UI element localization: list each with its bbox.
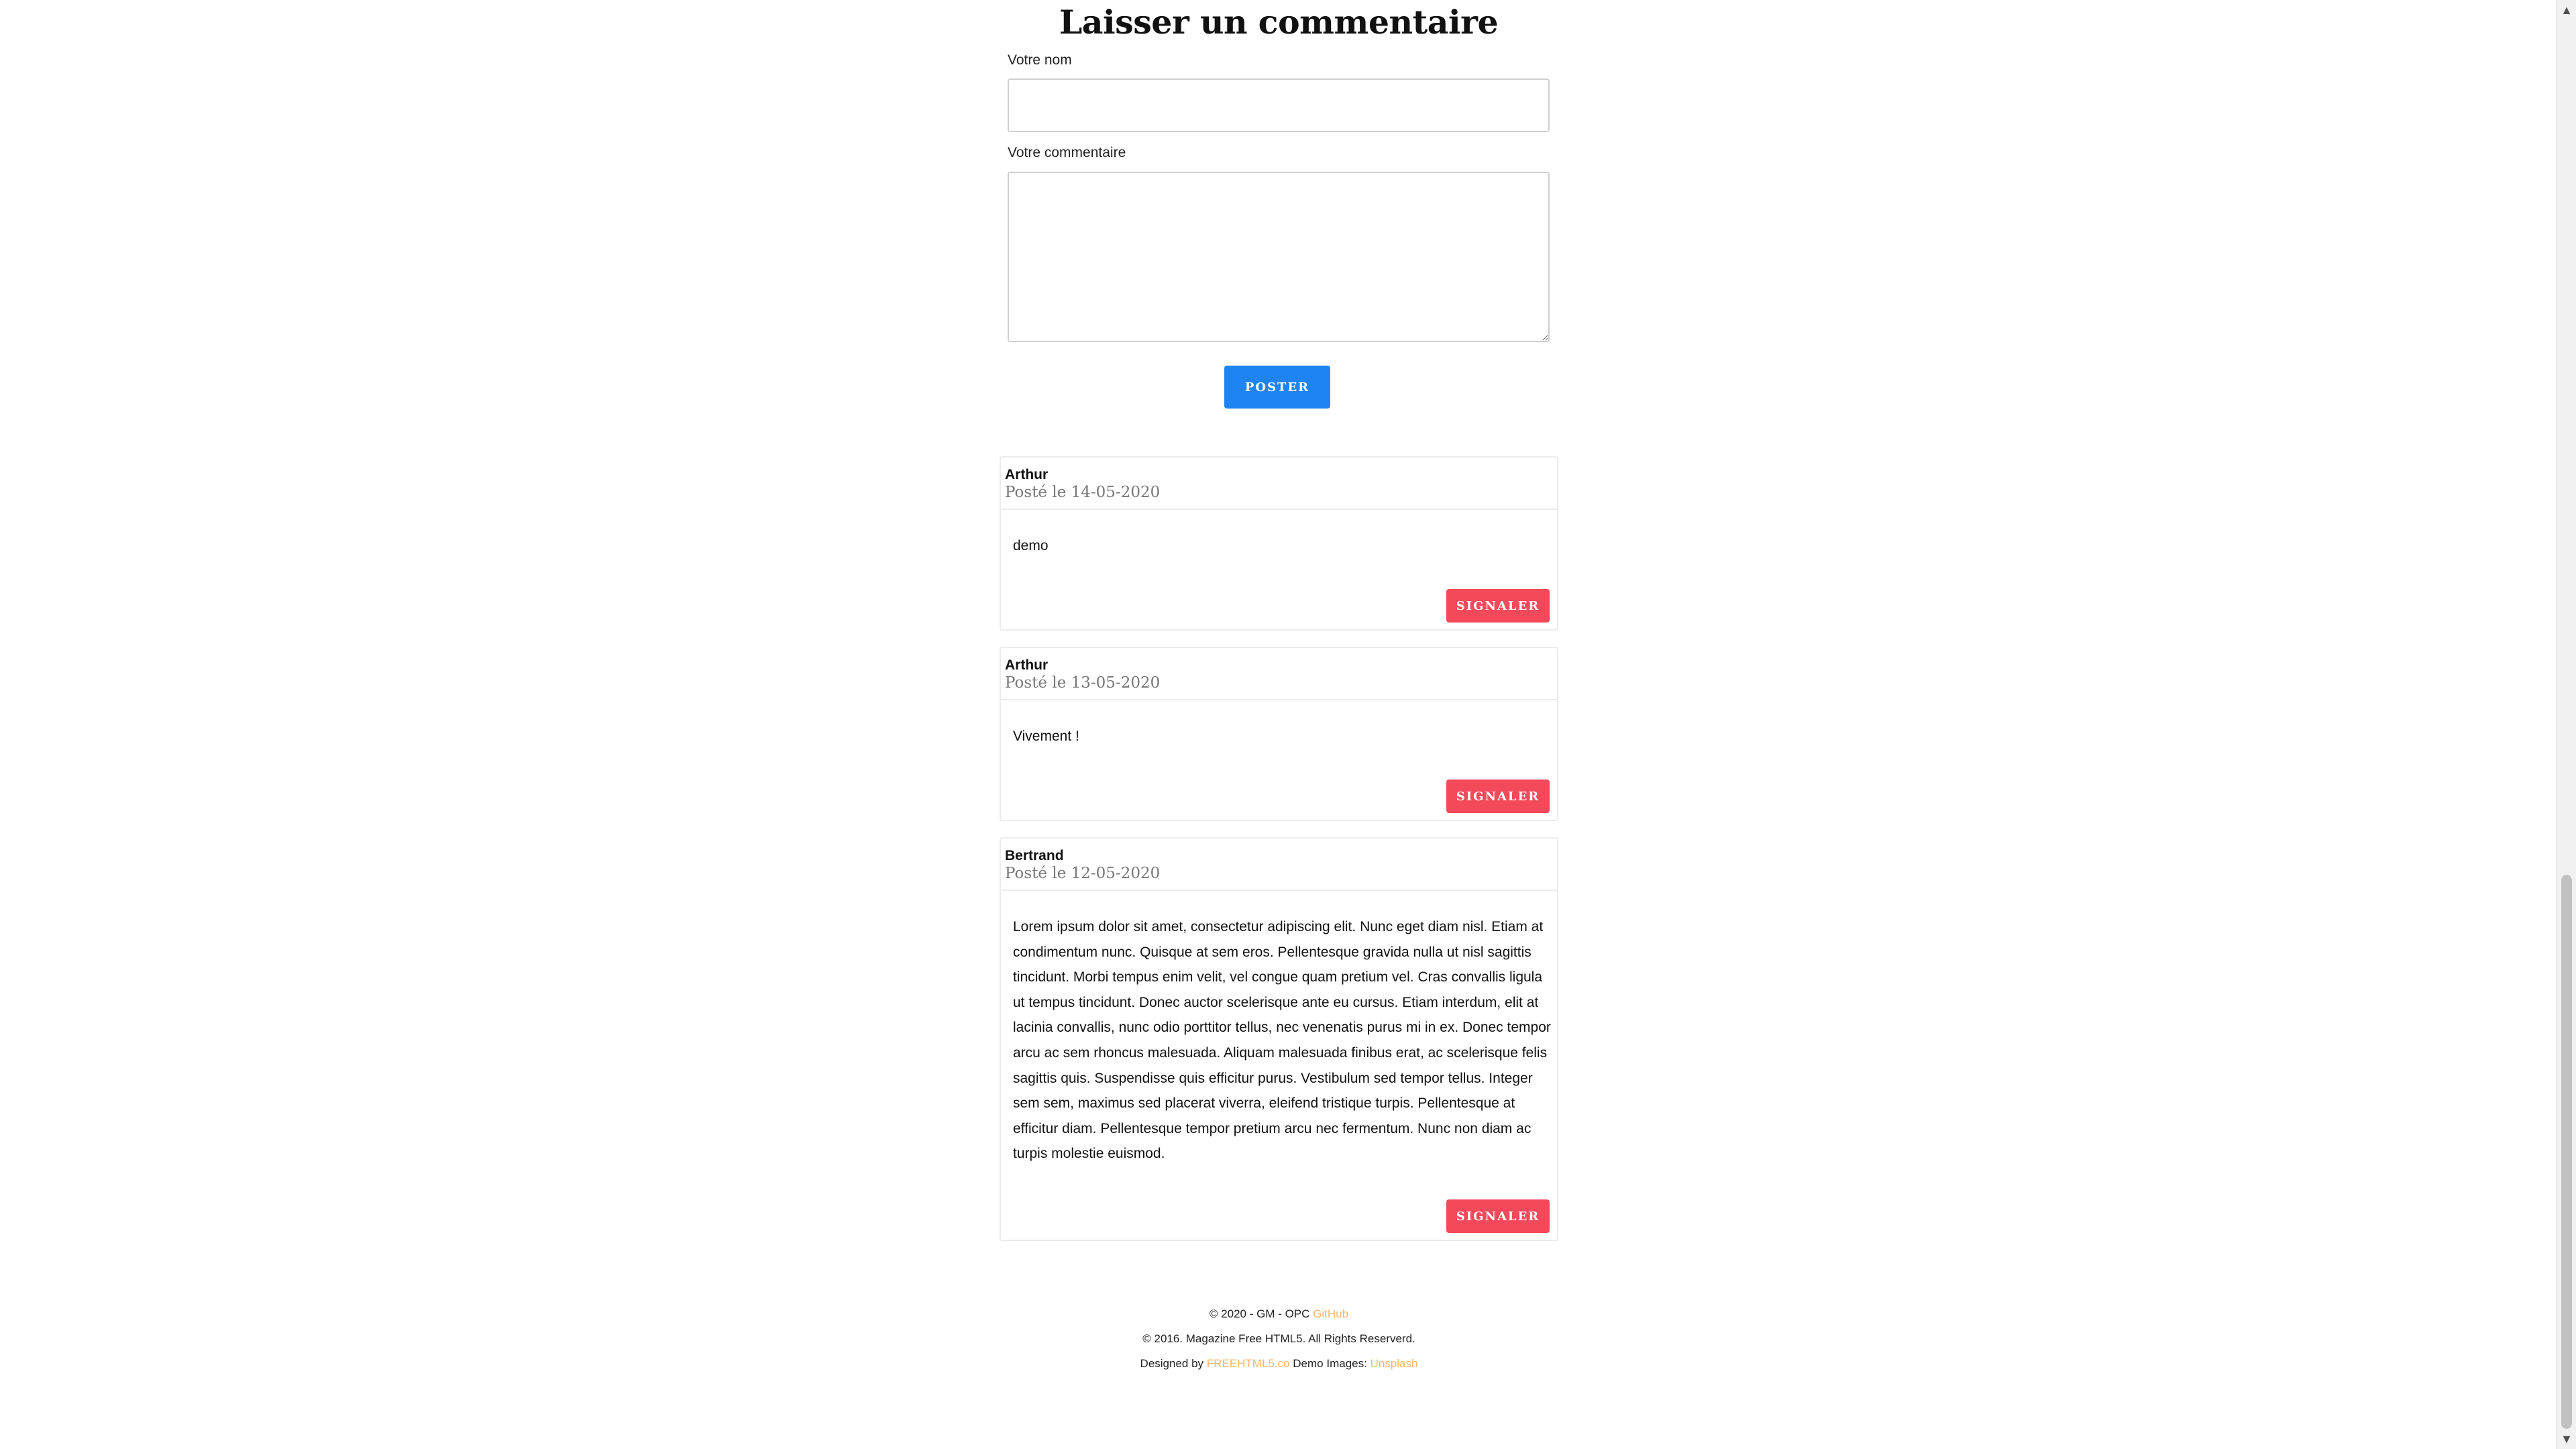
page-content: Laisser un commentaire Votre nom Votre c…: [0, 0, 2556, 1449]
footer-designed-by-text: Designed by: [1140, 1357, 1204, 1370]
comment-card: Arthur Posté le 13-05-2020 Vivement ! SI…: [1000, 647, 1558, 821]
footer-line-copyright: © 2020 - GM - OPC GitHub: [966, 1301, 1592, 1326]
comment-author: Arthur: [1005, 657, 1049, 673]
comment-list: Arthur Posté le 14-05-2020 demo SIGNALER…: [1000, 456, 1558, 1257]
vertical-scrollbar[interactable]: ▲ ▼: [2556, 0, 2576, 1449]
comment-text: demo: [1013, 538, 1049, 553]
comment-text: Vivement !: [1013, 729, 1079, 744]
comment-author: Bertrand: [1005, 848, 1064, 863]
comment-body: demo SIGNALER: [1001, 510, 1557, 629]
comment-date: Posté le 12-05-2020: [1005, 865, 1161, 882]
comment-form: Laisser un commentaire Votre nom Votre c…: [1008, 0, 1550, 409]
scroll-down-arrow-icon[interactable]: ▼: [2557, 1429, 2576, 1449]
submit-row: POSTER: [1008, 366, 1550, 409]
comment-body: Lorem ipsum dolor sit amet, consectetur …: [1001, 891, 1557, 1240]
name-input[interactable]: [1008, 78, 1550, 132]
comment-card: Bertrand Posté le 12-05-2020 Lorem ipsum…: [1000, 837, 1558, 1241]
footer-rights-text: © 2016. Magazine Free HTML5. All Rights …: [1142, 1332, 1415, 1345]
scroll-up-arrow-icon[interactable]: ▲: [2557, 0, 2576, 20]
unsplash-link[interactable]: Unsplash: [1371, 1357, 1418, 1370]
comment-author: Arthur: [1005, 467, 1049, 482]
comment-label: Votre commentaire: [1008, 145, 1126, 160]
report-button[interactable]: SIGNALER: [1446, 589, 1550, 623]
site-footer: © 2020 - GM - OPC GitHub © 2016. Magazin…: [966, 1301, 1592, 1376]
footer-demo-images-text: Demo Images:: [1293, 1357, 1367, 1370]
comment-textarea[interactable]: [1008, 172, 1550, 342]
footer-line-rights: © 2016. Magazine Free HTML5. All Rights …: [966, 1326, 1592, 1351]
github-link[interactable]: GitHub: [1313, 1307, 1348, 1320]
comment-text: Lorem ipsum dolor sit amet, consectetur …: [1013, 919, 1551, 1162]
comment-header: Bertrand Posté le 12-05-2020: [1001, 839, 1557, 891]
comment-card: Arthur Posté le 14-05-2020 demo SIGNALER: [1000, 456, 1558, 631]
footer-copyright-text: © 2020 - GM - OPC: [1209, 1307, 1310, 1320]
report-button[interactable]: SIGNALER: [1446, 1199, 1550, 1233]
page: Laisser un commentaire Votre nom Votre c…: [0, 0, 2576, 1449]
comment-body: Vivement ! SIGNALER: [1001, 700, 1557, 820]
comment-header: Arthur Posté le 14-05-2020: [1001, 458, 1557, 510]
footer-line-credits: Designed by FREEHTML5.co Demo Images: Un…: [966, 1351, 1592, 1376]
report-button[interactable]: SIGNALER: [1446, 780, 1550, 813]
comment-date: Posté le 14-05-2020: [1005, 484, 1161, 501]
form-title: Laisser un commentaire: [1059, 3, 1499, 42]
name-label: Votre nom: [1008, 52, 1072, 68]
designer-link[interactable]: FREEHTML5.co: [1207, 1357, 1290, 1370]
comment-date: Posté le 13-05-2020: [1005, 674, 1161, 692]
scrollbar-thumb[interactable]: [2561, 875, 2572, 1429]
post-button[interactable]: POSTER: [1224, 366, 1330, 409]
comment-header: Arthur Posté le 13-05-2020: [1001, 648, 1557, 700]
